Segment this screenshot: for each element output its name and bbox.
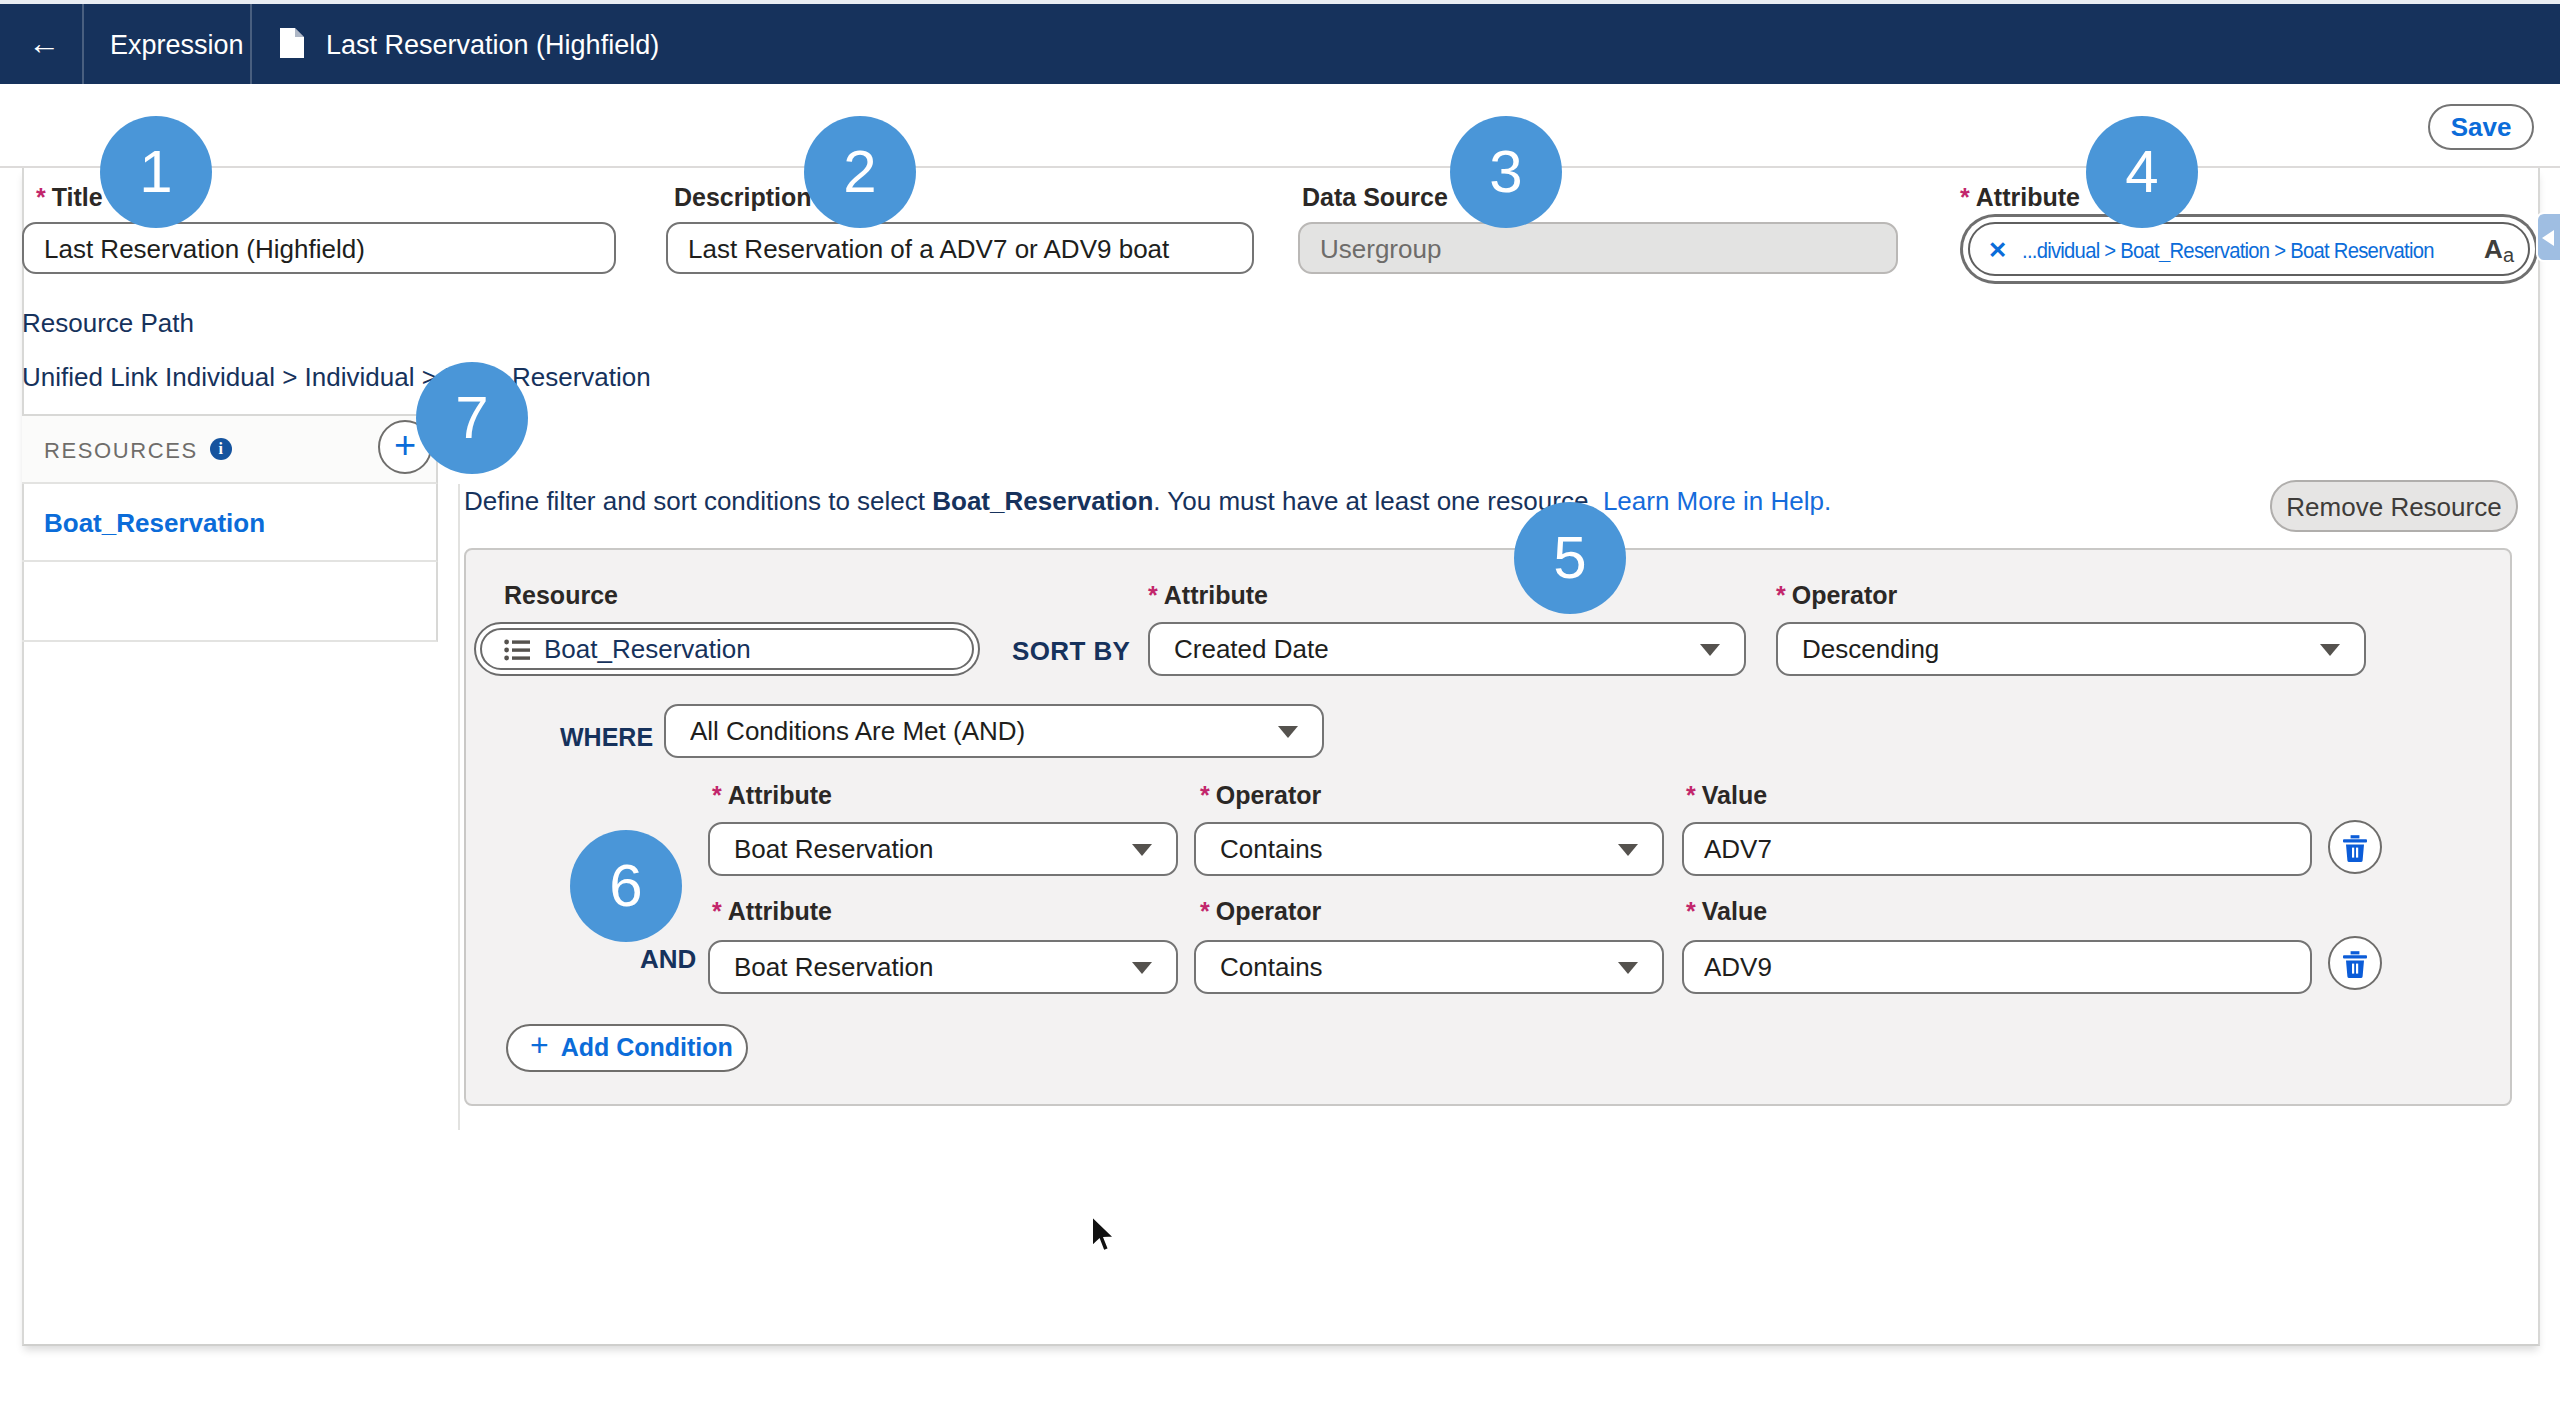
annotation-circle-4: 4 xyxy=(2086,116,2198,228)
attribute-label: *Attribute xyxy=(1960,184,2080,212)
remove-resource-button[interactable]: Remove Resource xyxy=(2270,480,2518,532)
text-type-icon: Aa xyxy=(2484,233,2514,265)
title-input[interactable]: Last Reservation (Highfield) xyxy=(22,222,616,274)
chevron-down-icon xyxy=(1132,843,1152,855)
add-condition-button[interactable]: + Add Condition xyxy=(506,1024,748,1072)
document-icon xyxy=(280,28,304,66)
navbar-divider xyxy=(250,4,252,84)
chevron-down-icon xyxy=(2320,643,2340,655)
and-connector-label: AND xyxy=(640,944,696,974)
annotation-circle-5: 5 xyxy=(1514,502,1626,614)
condition1-delete-button[interactable] xyxy=(2328,820,2382,874)
collapse-panel-chevron-button[interactable] xyxy=(2536,212,2560,262)
list-icon xyxy=(504,637,530,661)
attribute-pill-input[interactable]: ✕ ...dividual > Boat_Reservation > Boat … xyxy=(1968,222,2530,276)
annotation-circle-7: 7 xyxy=(416,362,528,474)
annotation-circle-1: 1 xyxy=(100,116,212,228)
condition2-operator-select[interactable]: Contains xyxy=(1194,940,1664,994)
back-arrow-icon[interactable]: ← xyxy=(20,4,68,84)
info-icon[interactable]: i xyxy=(210,438,232,460)
condition2-value-input[interactable]: ADV9 xyxy=(1682,940,2312,994)
navbar-document-title: Last Reservation (Highfield) xyxy=(326,4,659,84)
sort-operator-select[interactable]: Descending xyxy=(1776,622,2366,676)
resource-list-item[interactable]: Boat_Reservation xyxy=(22,484,438,562)
define-instructions: Define filter and sort conditions to sel… xyxy=(464,486,1984,516)
trash-icon xyxy=(2342,833,2368,861)
condition2-value-label: *Value xyxy=(1686,898,1767,926)
resource-pill-text: Boat_Reservation xyxy=(544,634,751,664)
sort-attribute-label: *Attribute xyxy=(1148,582,1268,610)
condition2-attribute-label: *Attribute xyxy=(712,898,832,926)
condition1-operator-label: *Operator xyxy=(1200,782,1321,810)
chevron-down-icon xyxy=(1618,843,1638,855)
condition1-attribute-select[interactable]: Boat Reservation xyxy=(708,822,1178,876)
condition1-attribute-label: *Attribute xyxy=(712,782,832,810)
resource-path-label: Resource Path xyxy=(22,308,194,338)
description-input[interactable]: Last Reservation of a ADV7 or ADV9 boat xyxy=(666,222,1254,274)
condition1-operator-select[interactable]: Contains xyxy=(1194,822,1664,876)
required-asterisk: * xyxy=(1960,184,1970,212)
description-label: Description xyxy=(674,184,812,212)
attribute-pill-text: ...dividual > Boat_Reservation > Boat Re… xyxy=(2021,237,2447,261)
resources-panel-header: RESOURCES i xyxy=(22,414,438,484)
resource-pill[interactable]: Boat_Reservation xyxy=(474,622,980,676)
resource-list-empty-row xyxy=(22,562,438,642)
annotation-circle-3: 3 xyxy=(1450,116,1562,228)
mouse-cursor xyxy=(1090,1216,1118,1264)
annotation-circle-2: 2 xyxy=(804,116,916,228)
clear-icon[interactable]: ✕ xyxy=(1988,235,2007,263)
where-label: WHERE xyxy=(560,723,653,751)
save-button[interactable]: Save xyxy=(2428,104,2534,150)
plus-icon: + xyxy=(394,426,416,464)
chevron-down-icon xyxy=(1700,643,1720,655)
chevron-left-icon xyxy=(2542,229,2554,245)
trash-icon xyxy=(2342,949,2368,977)
resource-pill-inner: Boat_Reservation xyxy=(480,628,974,670)
required-asterisk: * xyxy=(36,184,46,212)
top-navbar: ← Expression Last Reservation (Highfield… xyxy=(0,0,2560,84)
navbar-app-label: Expression xyxy=(110,4,244,84)
plus-icon: + xyxy=(530,1030,549,1062)
condition1-value-input[interactable]: ADV7 xyxy=(1682,822,2312,876)
annotation-circle-6: 6 xyxy=(570,830,682,942)
condition2-operator-label: *Operator xyxy=(1200,898,1321,926)
chevron-down-icon xyxy=(1278,725,1298,737)
resource-path-value: Unified Link Individual > Individual > B… xyxy=(22,362,651,392)
sort-operator-label: *Operator xyxy=(1776,582,1897,610)
chevron-down-icon xyxy=(1618,961,1638,973)
help-link[interactable]: Learn More in Help. xyxy=(1603,486,1831,516)
navbar-divider xyxy=(82,4,84,84)
title-label: *Title xyxy=(36,184,103,212)
chevron-down-icon xyxy=(1132,961,1152,973)
sort-attribute-select[interactable]: Created Date xyxy=(1148,622,1746,676)
sort-by-label: SORT BY xyxy=(1012,636,1130,666)
condition2-delete-button[interactable] xyxy=(2328,936,2382,990)
where-select[interactable]: All Conditions Are Met (AND) xyxy=(664,704,1324,758)
condition2-attribute-select[interactable]: Boat Reservation xyxy=(708,940,1178,994)
data-source-label: Data Source xyxy=(1302,184,1448,212)
data-source-input: Usergroup xyxy=(1298,222,1898,274)
top-hairline xyxy=(0,0,2560,4)
main-panel-left-border xyxy=(458,484,460,1130)
resources-panel-title: RESOURCES xyxy=(44,437,198,461)
resource-field-label: Resource xyxy=(504,582,618,610)
condition1-value-label: *Value xyxy=(1686,782,1767,810)
